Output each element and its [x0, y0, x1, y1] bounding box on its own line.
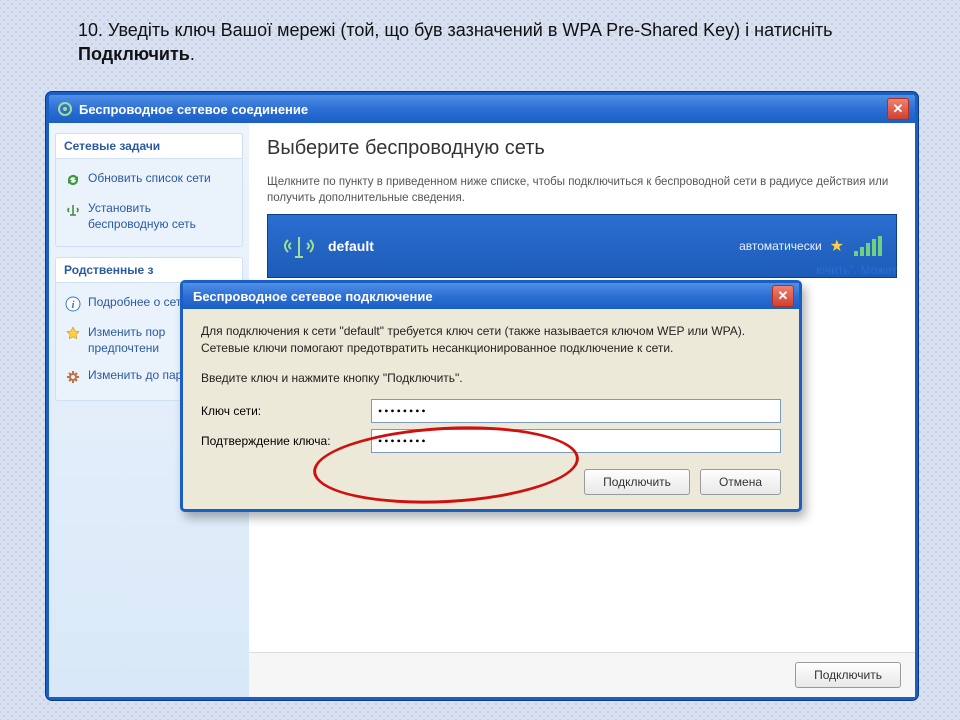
wireless-window-titlebar[interactable]: Беспроводное сетевое соединение ✕ [49, 95, 915, 123]
dialog-text-1: Для подключения к сети "default" требует… [201, 323, 781, 358]
sidebar-item-setup[interactable]: Установить беспроводную сеть [60, 195, 238, 238]
key-row: Ключ сети: [201, 399, 781, 423]
wireless-window-icon [57, 101, 73, 117]
sidebar-item-label: Подробнее о сетях [88, 295, 194, 311]
instruction-prefix: 10. Уведіть ключ Вашої мережі (той, що б… [78, 20, 833, 40]
signal-bars-icon [854, 236, 882, 256]
gear-icon [64, 368, 82, 386]
info-icon: i [64, 295, 82, 313]
key-label: Ключ сети: [201, 404, 371, 418]
instruction-suffix: . [190, 44, 195, 64]
refresh-icon [64, 171, 82, 189]
content-bottom-bar: Подключить [249, 652, 915, 697]
sidebar-block-tasks: Сетевые задачи Обновить список сети Уста… [55, 133, 243, 247]
obscured-text-fragment: ючить". Может [816, 263, 897, 277]
instruction-text: 10. Уведіть ключ Вашої мережі (той, що б… [78, 18, 878, 67]
wifi-icon [282, 229, 316, 263]
wireless-window-title: Беспроводное сетевое соединение [79, 102, 308, 117]
confirm-key-input[interactable] [371, 429, 781, 453]
close-icon[interactable]: ✕ [772, 285, 794, 307]
sidebar-item-label: Обновить список сети [88, 171, 211, 187]
sidebar-item-label: Установить беспроводную сеть [88, 201, 234, 232]
network-name: default [328, 238, 374, 254]
dialog-cancel-button[interactable]: Отмена [700, 469, 781, 495]
content-subtext: Щелкните по пункту в приведенном ниже сп… [267, 174, 897, 206]
antenna-icon [64, 201, 82, 219]
confirm-label: Подтверждение ключа: [201, 434, 371, 448]
instruction-bold: Подключить [78, 44, 190, 64]
close-icon[interactable]: ✕ [887, 98, 909, 120]
dialog-connect-button[interactable]: Подключить [584, 469, 690, 495]
network-key-input[interactable] [371, 399, 781, 423]
favorite-star-icon: ★ [830, 236, 844, 256]
key-dialog-titlebar[interactable]: Беспроводное сетевое подключение ✕ [183, 283, 799, 309]
dialog-text-2: Введите ключ и нажмите кнопку "Подключит… [201, 370, 781, 387]
star-icon [64, 325, 82, 343]
network-item-default[interactable]: default автоматически ★ [267, 214, 897, 278]
connect-button[interactable]: Подключить [795, 662, 901, 688]
content-heading: Выберите беспроводную сеть [267, 137, 897, 160]
key-dialog: Беспроводное сетевое подключение ✕ Для п… [180, 280, 802, 512]
sidebar-heading-tasks: Сетевые задачи [55, 133, 243, 159]
sidebar-item-refresh[interactable]: Обновить список сети [60, 165, 238, 195]
network-mode: автоматически [739, 239, 822, 253]
confirm-row: Подтверждение ключа: [201, 429, 781, 453]
key-dialog-title: Беспроводное сетевое подключение [193, 289, 433, 304]
